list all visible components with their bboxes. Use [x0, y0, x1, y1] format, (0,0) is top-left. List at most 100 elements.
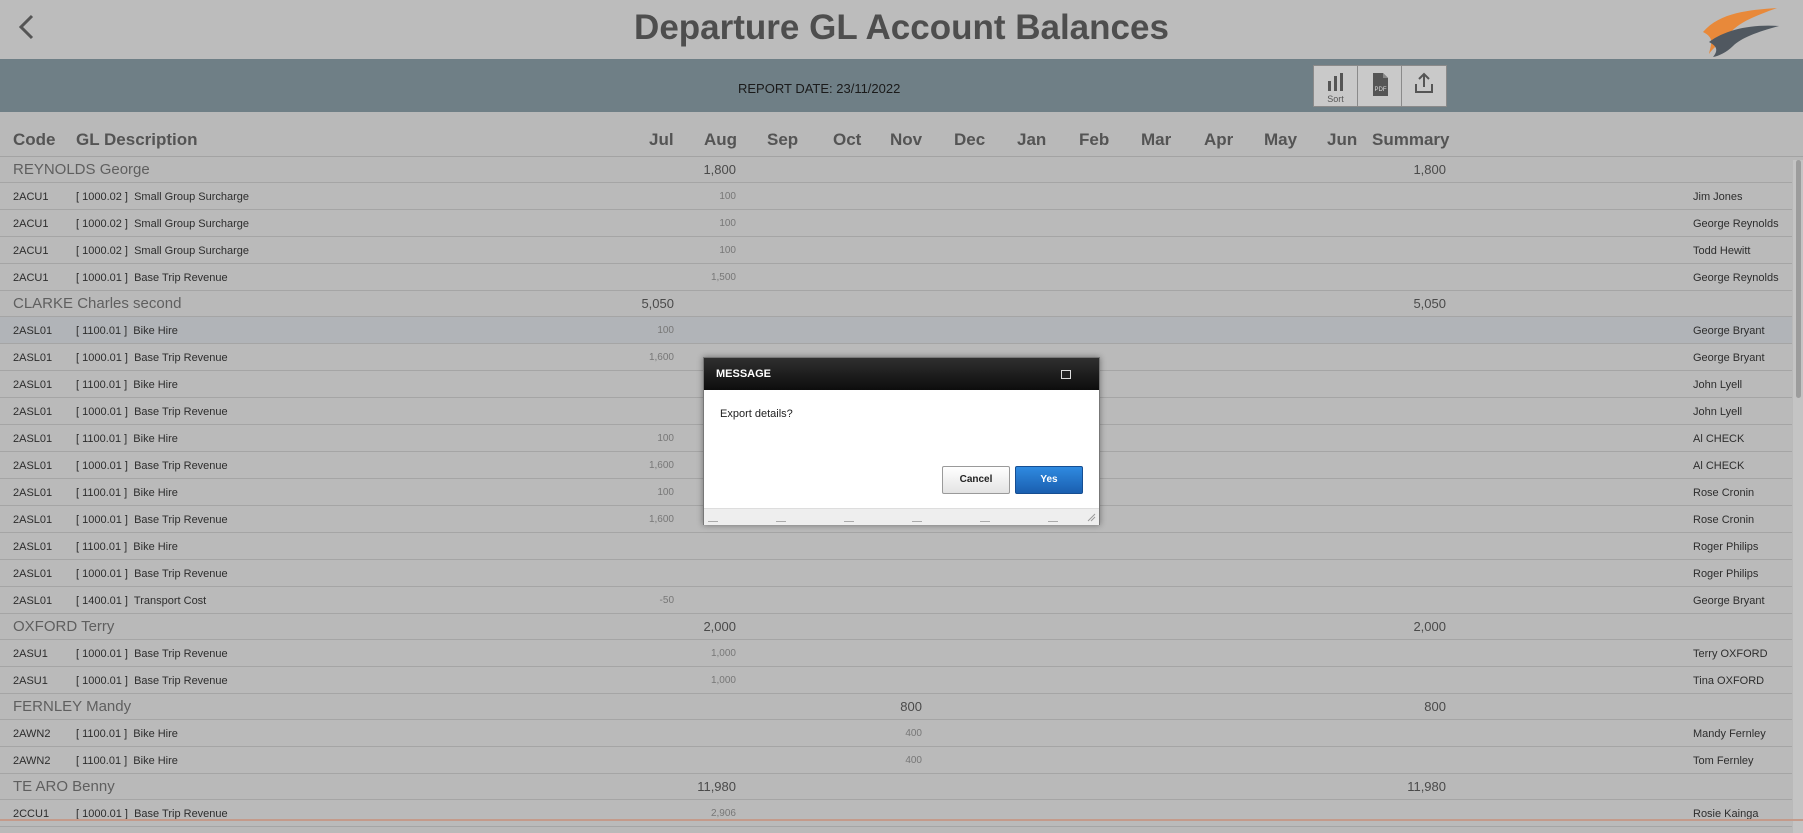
export-button[interactable] [1402, 66, 1446, 106]
resize-grip-icon[interactable] [1086, 512, 1096, 522]
col-dec[interactable]: Dec [954, 130, 985, 150]
report-toolbar: REPORT DATE: 23/11/2022 Sort PDF [0, 59, 1803, 112]
row-gl-description: [ 1000.01 ] Base Trip Revenue [76, 272, 228, 284]
group-name: TE ARO Benny [13, 778, 115, 795]
group-row[interactable]: REYNOLDS George 1,800 1,800 [0, 157, 1792, 183]
col-jun[interactable]: Jun [1327, 130, 1357, 150]
group-summary-total: 2,000 [1413, 619, 1446, 634]
group-month-total: 2,000 [703, 619, 736, 634]
dialog-message: Export details? [720, 408, 793, 420]
table-row[interactable]: 2AWN2 [ 1100.01 ] Bike Hire 400 Mandy Fe… [0, 720, 1792, 747]
row-code: 2ASL01 [13, 460, 53, 472]
col-feb[interactable]: Feb [1079, 130, 1109, 150]
table-row[interactable]: 2ACU1 [ 1000.02 ] Small Group Surcharge … [0, 183, 1792, 210]
group-row[interactable]: FERNLEY Mandy 800 800 [0, 694, 1792, 720]
app-header: Departure GL Account Balances [0, 0, 1803, 59]
row-month-value: 100 [657, 487, 674, 498]
table-row[interactable]: 2AWN2 [ 1100.01 ] Bike Hire 400 Tom Fern… [0, 747, 1792, 774]
col-jul[interactable]: Jul [649, 130, 674, 150]
row-code: 2ASU1 [13, 648, 48, 660]
row-code: 2ASL01 [13, 352, 53, 364]
table-row[interactable]: 2ASL01 [ 1100.01 ] Bike Hire 100 George … [0, 317, 1792, 344]
row-gl-description: [ 1100.01 ] Bike Hire [76, 541, 178, 553]
table-row[interactable]: 2ASU1 [ 1000.01 ] Base Trip Revenue 1,00… [0, 667, 1792, 694]
group-month-total: 1,800 [703, 162, 736, 177]
col-nov[interactable]: Nov [890, 130, 922, 150]
col-oct[interactable]: Oct [833, 130, 861, 150]
col-summary[interactable]: Summary [1372, 130, 1449, 150]
row-month-value: 1,000 [710, 675, 736, 686]
col-sep[interactable]: Sep [767, 130, 798, 150]
row-month-value: 1,600 [648, 460, 674, 471]
row-passenger: Rose Cronin [1693, 514, 1755, 526]
row-month-value: 100 [719, 218, 736, 229]
share-upload-icon [1415, 72, 1433, 93]
table-row[interactable]: 2ASU1 [ 1000.01 ] Base Trip Revenue 1,00… [0, 640, 1792, 667]
row-code: 2ACU1 [13, 272, 49, 284]
row-gl-description: [ 1100.01 ] Bike Hire [76, 379, 178, 391]
row-passenger: Roger Philips [1693, 541, 1759, 553]
col-may[interactable]: May [1264, 130, 1297, 150]
maximize-icon[interactable] [1061, 370, 1071, 379]
row-gl-description: [ 1000.02 ] Small Group Surcharge [76, 245, 250, 257]
row-gl-description: [ 1000.01 ] Base Trip Revenue [76, 675, 228, 687]
row-code: 2AWN2 [13, 755, 51, 767]
row-month-value: 1,000 [710, 648, 736, 659]
table-row[interactable]: 2CCU1 [ 1000.01 ] Base Trip Revenue 2,90… [0, 800, 1792, 827]
row-passenger: Tina OXFORD [1693, 675, 1765, 687]
cancel-button[interactable]: Cancel [942, 466, 1010, 494]
message-dialog: MESSAGE Export details? Cancel Yes [703, 357, 1100, 525]
row-code: 2ACU1 [13, 191, 49, 203]
col-gl-description[interactable]: GL Description [76, 130, 198, 150]
scrollbar-thumb[interactable] [1796, 160, 1801, 398]
group-month-total: 800 [900, 699, 922, 714]
row-gl-description: [ 1100.01 ] Bike Hire [76, 728, 178, 740]
group-name: OXFORD Terry [13, 618, 115, 635]
table-row[interactable]: 2ASL01 [ 1000.01 ] Base Trip Revenue Rog… [0, 560, 1792, 587]
yes-button[interactable]: Yes [1015, 466, 1083, 494]
row-passenger: Al CHECK [1693, 433, 1745, 445]
table-row[interactable]: 2ACU1 [ 1000.02 ] Small Group Surcharge … [0, 210, 1792, 237]
bottom-divider [0, 819, 1803, 821]
table-row[interactable]: 2ASL01 [ 1400.01 ] Transport Cost -50 Ge… [0, 587, 1792, 614]
row-code: 2ASL01 [13, 487, 53, 499]
footer-tick [844, 521, 854, 522]
group-name: CLARKE Charles second [13, 295, 182, 312]
group-summary-total: 800 [1424, 699, 1446, 714]
footer-tick [708, 521, 718, 522]
table-row[interactable]: 2ASL01 [ 1100.01 ] Bike Hire Roger Phili… [0, 533, 1792, 560]
row-passenger: Tom Fernley [1693, 755, 1754, 767]
row-gl-description: [ 1000.02 ] Small Group Surcharge [76, 218, 250, 230]
row-passenger: Jim Jones [1693, 191, 1743, 203]
dialog-footer [704, 508, 1099, 525]
col-mar[interactable]: Mar [1141, 130, 1171, 150]
pdf-icon: PDF [1373, 73, 1388, 96]
row-gl-description: [ 1000.01 ] Base Trip Revenue [76, 352, 228, 364]
table-row[interactable]: 2ACU1 [ 1000.01 ] Base Trip Revenue 1,50… [0, 264, 1792, 291]
row-code: 2ASL01 [13, 595, 53, 607]
sort-button[interactable]: Sort [1314, 66, 1358, 106]
page-title: Departure GL Account Balances [634, 8, 1169, 47]
group-row[interactable]: TE ARO Benny 11,980 11,980 [0, 774, 1792, 800]
table-row[interactable]: 2ACU1 [ 1000.02 ] Small Group Surcharge … [0, 237, 1792, 264]
col-aug[interactable]: Aug [704, 130, 737, 150]
group-row[interactable]: OXFORD Terry 2,000 2,000 [0, 614, 1792, 640]
col-code[interactable]: Code [13, 130, 56, 150]
row-gl-description: [ 1000.01 ] Base Trip Revenue [76, 514, 228, 526]
row-month-value: 400 [905, 755, 922, 766]
row-passenger: John Lyell [1693, 379, 1743, 391]
col-apr[interactable]: Apr [1204, 130, 1233, 150]
report-date: REPORT DATE: 23/11/2022 [738, 81, 901, 96]
group-name: REYNOLDS George [13, 161, 150, 178]
col-jan[interactable]: Jan [1017, 130, 1046, 150]
row-code: 2ASL01 [13, 433, 53, 445]
group-row[interactable]: CLARKE Charles second 5,050 5,050 [0, 291, 1792, 317]
pdf-button[interactable]: PDF [1358, 66, 1402, 106]
pdf-icon-text: PDF [1375, 87, 1387, 93]
group-summary-total: 11,980 [1407, 779, 1446, 794]
sort-label: Sort [1327, 94, 1344, 104]
row-passenger: George Bryant [1693, 595, 1765, 607]
dialog-titlebar[interactable]: MESSAGE [704, 358, 1099, 390]
row-month-value: 100 [657, 433, 674, 444]
row-month-value: 2,906 [710, 808, 736, 819]
